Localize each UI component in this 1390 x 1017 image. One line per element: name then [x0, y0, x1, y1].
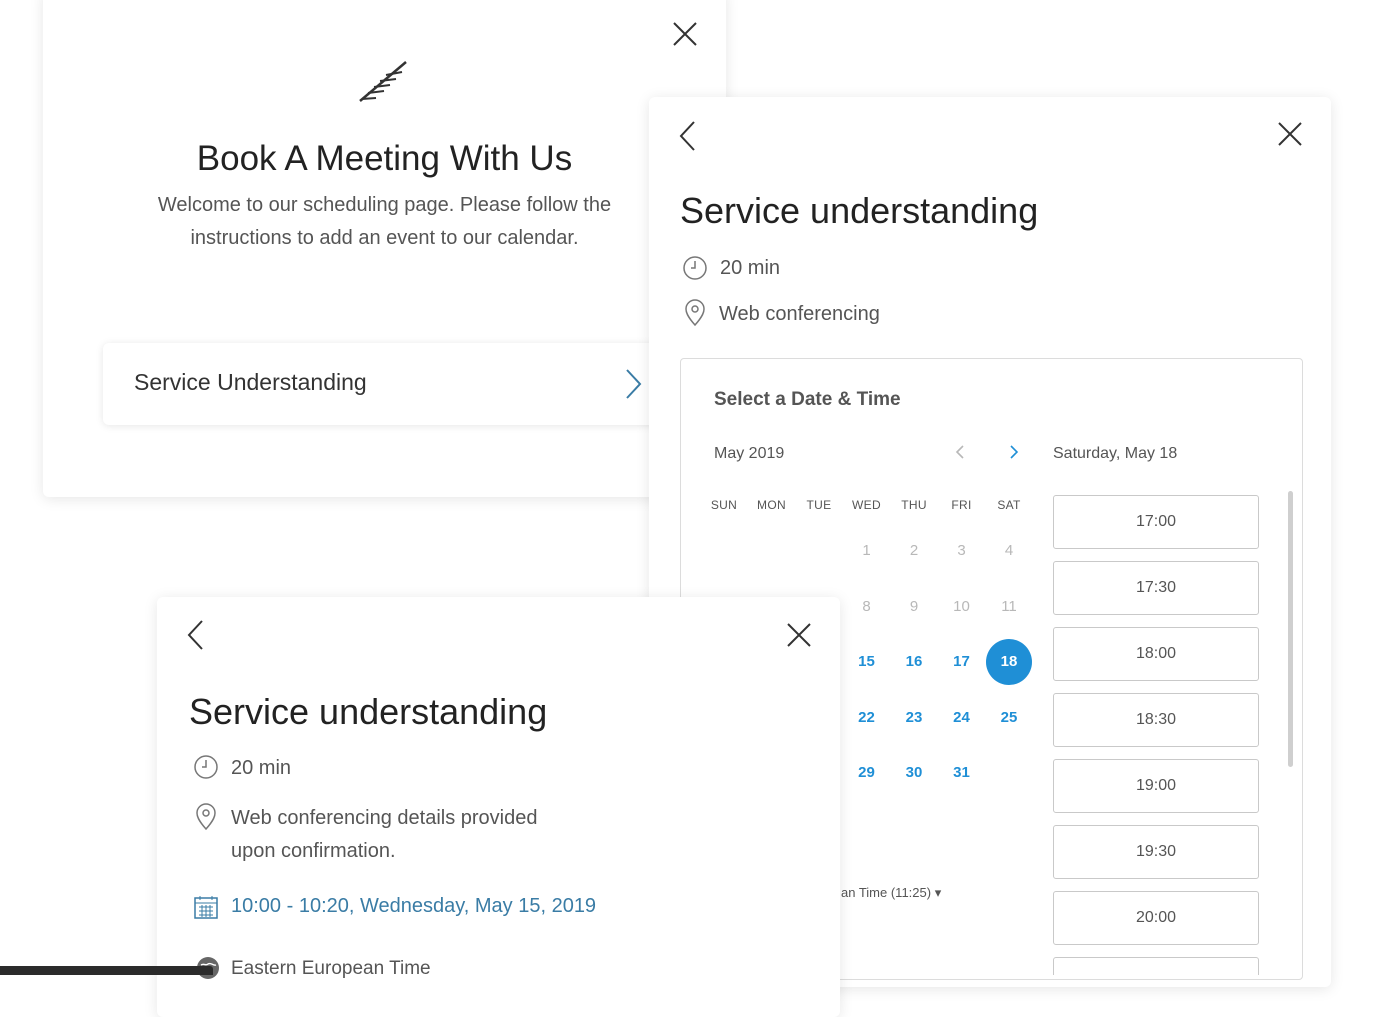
location-pin-icon	[685, 299, 705, 327]
calendar-day[interactable]: 15	[844, 639, 890, 685]
weekday-label: WED	[852, 498, 881, 512]
prev-month-button[interactable]	[953, 443, 967, 461]
logo-icon	[356, 58, 410, 109]
clock-icon	[194, 755, 218, 779]
weekday-label: THU	[901, 498, 927, 512]
time-slot-button[interactable]: 20:00	[1053, 891, 1259, 945]
close-button[interactable]	[670, 19, 700, 49]
timezone-selector[interactable]: an Time (11:25) ▾	[841, 885, 941, 901]
weekday-label: SUN	[710, 498, 738, 512]
time-slot-button[interactable]: 17:30	[1053, 561, 1259, 615]
weekday-label: FRI	[951, 498, 972, 512]
weekday-label: MON	[757, 498, 786, 512]
slot-scrollbar[interactable]	[1288, 491, 1293, 767]
calendar-day: 3	[957, 542, 966, 559]
confirmation-title: Service understanding	[189, 691, 548, 732]
back-icon	[679, 121, 695, 151]
calendar-day: 11	[1001, 597, 1017, 615]
time-slot-button[interactable]: 18:30	[1053, 693, 1259, 747]
calendar-day: 2	[909, 542, 919, 559]
calendar-day-selected[interactable]: 18	[986, 639, 1032, 685]
calendar-day[interactable]: 30	[891, 750, 937, 796]
back-button[interactable]	[185, 618, 207, 652]
calendar-day[interactable]: 25	[986, 695, 1032, 741]
confirmation-duration: 20 min	[231, 757, 292, 779]
confirmation-location-line1: Web conferencing details provided	[231, 807, 538, 829]
confirmation-timezone: Eastern European Time	[231, 958, 431, 979]
calendar-day: 10	[953, 597, 970, 615]
calendar-day[interactable]: 23	[891, 695, 937, 741]
close-icon	[787, 623, 811, 647]
location-pin-icon	[196, 803, 216, 831]
confirmation-datetime: 10:00 - 10:20, Wednesday, May 15, 2019	[231, 895, 597, 917]
picker-heading: Select a Date & Time	[714, 389, 901, 410]
service-label: Service Understanding	[134, 369, 367, 395]
service-list-item[interactable]: Service Understanding	[103, 343, 683, 425]
chevron-right-icon	[626, 369, 642, 399]
back-button[interactable]	[677, 119, 699, 153]
clock-icon	[683, 256, 707, 280]
landing-card: Book A Meeting With Us Welcome to our sc…	[43, 0, 726, 497]
calendar-day[interactable]: 31	[939, 750, 985, 796]
close-button[interactable]	[784, 620, 814, 650]
close-icon	[673, 22, 697, 46]
event-duration: 20 min	[720, 257, 781, 279]
calendar-day[interactable]: 22	[844, 695, 890, 741]
close-button[interactable]	[1275, 119, 1305, 149]
next-month-button[interactable]	[1007, 443, 1021, 461]
calendar-day[interactable]: 24	[939, 695, 985, 741]
calendar-day[interactable]: 17	[939, 639, 985, 685]
timezone-label: an Time (11:25)	[841, 885, 932, 900]
event-title: Service understanding	[680, 190, 1039, 231]
confirmation-card: Service understanding 20 min Web confere…	[157, 597, 840, 1017]
time-slot-list: 17:00 17:30 18:00 18:30 19:00 19:30 20:00	[1053, 495, 1259, 975]
time-slot-button[interactable]: 17:00	[1053, 495, 1259, 549]
time-slot-button[interactable]: 19:00	[1053, 759, 1259, 813]
selected-date-label: Saturday, May 18	[1053, 445, 1178, 462]
back-icon	[187, 620, 203, 650]
weekday-label: TUE	[806, 498, 832, 512]
calendar-day[interactable]: 29	[844, 750, 890, 796]
time-slot-button-partial[interactable]	[1053, 957, 1259, 975]
month-label: May 2019	[714, 445, 785, 462]
calendar-day: 8	[862, 597, 871, 615]
time-slot-button[interactable]: 18:00	[1053, 627, 1259, 681]
weekday-label: SAT	[997, 498, 1021, 512]
calendar-day: 9	[909, 597, 919, 615]
time-slot-button[interactable]: 19:30	[1053, 825, 1259, 879]
close-icon	[1278, 122, 1302, 146]
calendar-day: 4	[1004, 542, 1014, 559]
calendar-icon	[194, 896, 218, 919]
event-location: Web conferencing	[719, 303, 880, 325]
confirmation-location-line2: upon confirmation.	[231, 840, 396, 862]
calendar-day: 1	[862, 542, 871, 559]
welcome-text: Welcome to our scheduling page. Please f…	[157, 194, 612, 249]
caret-down-icon: ▾	[934, 885, 942, 900]
calendar-day[interactable]: 16	[891, 639, 937, 685]
page-title: Book A Meeting With Us	[196, 139, 573, 178]
status-bar	[0, 966, 213, 975]
